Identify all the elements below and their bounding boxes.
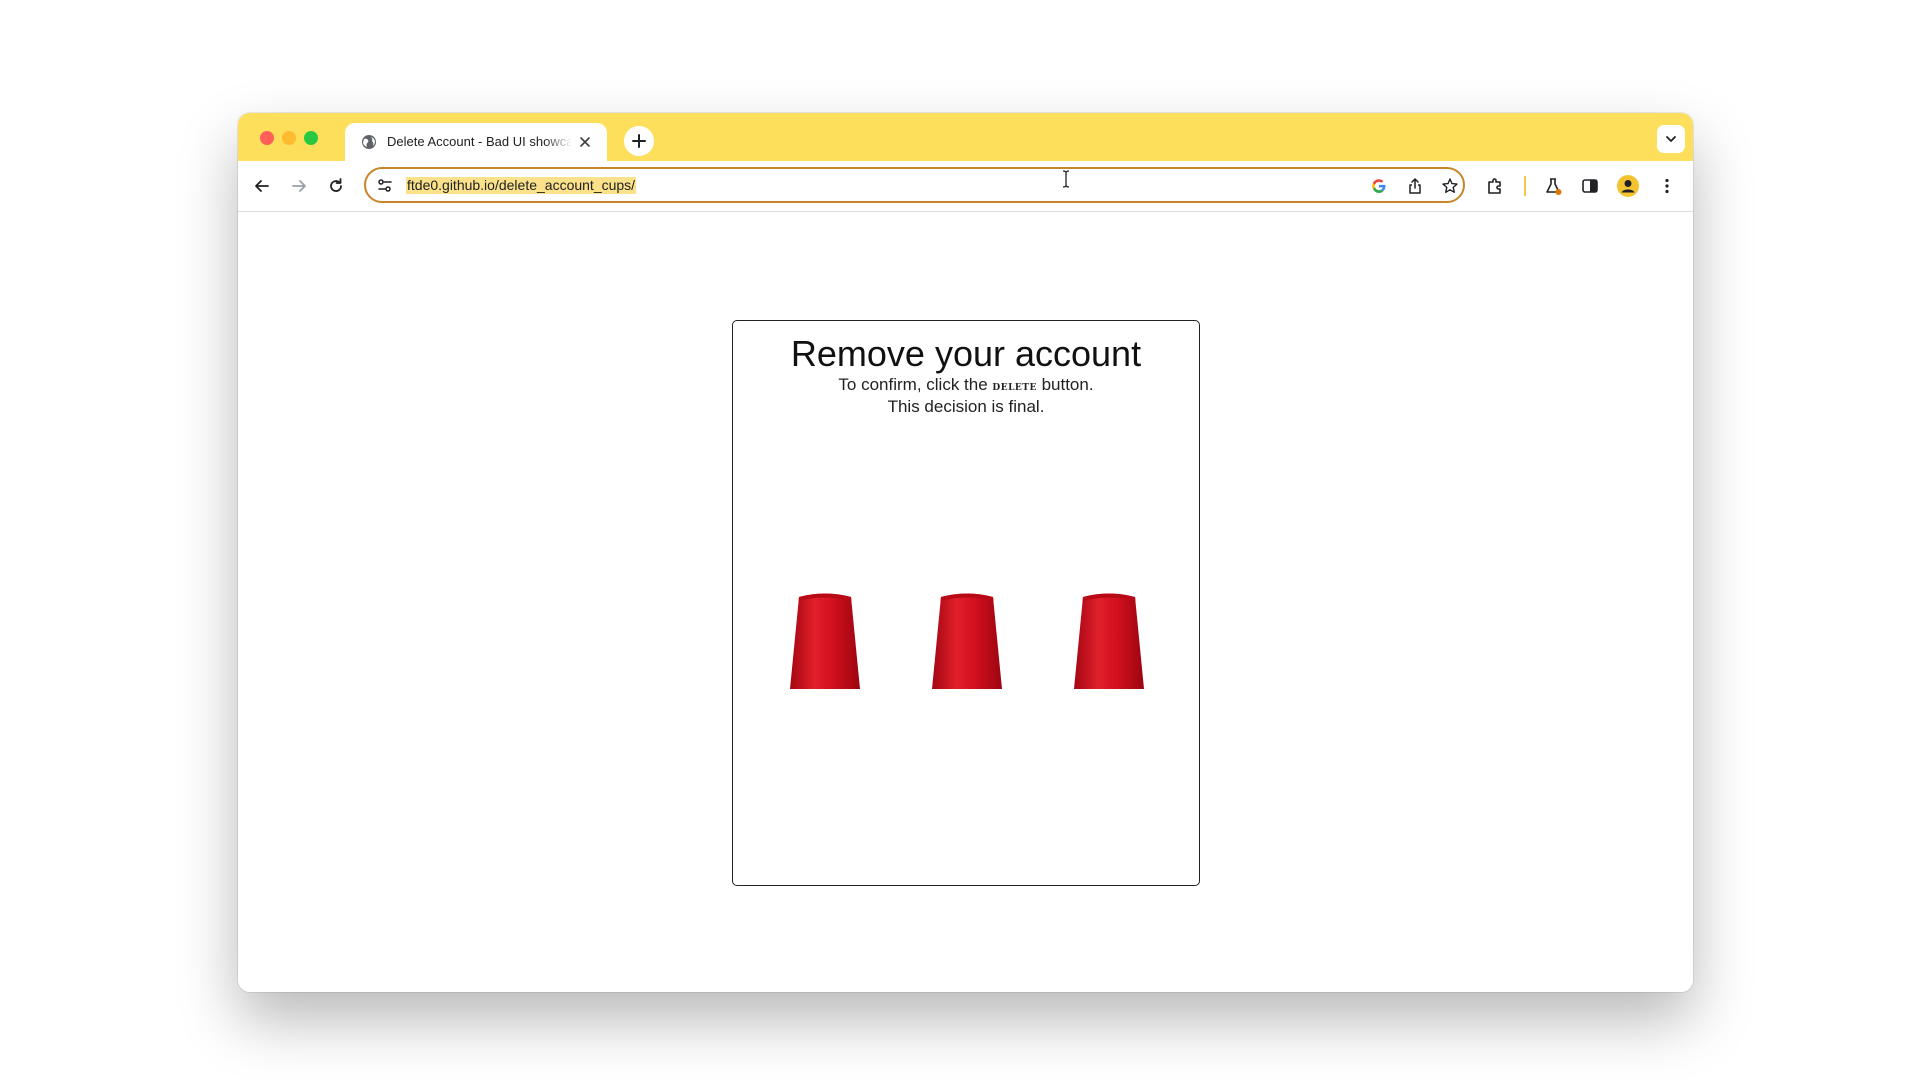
close-window-button[interactable]: [260, 131, 274, 145]
page-content: Remove your account To confirm, click th…: [238, 212, 1693, 992]
confirm-instruction: To confirm, click the delete button.: [733, 375, 1199, 397]
url-input[interactable]: ftde0.github.io/delete_account_cups/: [406, 177, 637, 194]
back-arrow-icon[interactable]: [252, 176, 272, 196]
final-note: This decision is final.: [887, 397, 1045, 416]
text-cursor-icon: [1062, 170, 1070, 188]
star-icon[interactable]: [1441, 177, 1459, 195]
forward-arrow-icon[interactable]: [289, 176, 309, 196]
maximize-window-button[interactable]: [304, 131, 318, 145]
red-cup-2[interactable]: [931, 591, 1003, 689]
globe-icon: [362, 135, 376, 149]
instruction-text: To confirm, click the: [838, 375, 993, 394]
delete-account-dialog: Remove your account To confirm, click th…: [732, 320, 1200, 886]
tab-search-button[interactable]: [1657, 125, 1685, 153]
title-bar: Delete Account - Bad UI showcase: [238, 113, 1693, 161]
instruction-text-end: button.: [1036, 375, 1094, 394]
toolbar-separator: [1524, 176, 1526, 196]
side-panel-icon[interactable]: [1580, 176, 1600, 196]
labs-flask-icon[interactable]: [1543, 176, 1563, 196]
profile-avatar-icon[interactable]: [1617, 175, 1639, 197]
browser-toolbar: ftde0.github.io/delete_account_cups/: [238, 161, 1693, 212]
red-cup-1[interactable]: [789, 591, 861, 689]
kebab-menu-icon[interactable]: [1657, 176, 1677, 196]
close-icon[interactable]: [577, 134, 593, 150]
tune-icon[interactable]: [376, 177, 394, 195]
chevron-down-icon: [1666, 136, 1676, 142]
cups-row: [733, 591, 1199, 691]
delete-keyword: delete: [992, 379, 1037, 394]
new-tab-button[interactable]: [624, 126, 654, 156]
tab-title: Delete Account - Bad UI showcase: [387, 134, 572, 149]
page-title: Remove your account: [790, 333, 1142, 374]
reload-icon[interactable]: [326, 176, 346, 196]
google-icon[interactable]: [1370, 177, 1388, 195]
active-tab[interactable]: Delete Account - Bad UI showcase: [345, 123, 607, 161]
minimize-window-button[interactable]: [282, 131, 296, 145]
extensions-icon[interactable]: [1485, 176, 1505, 196]
red-cup-3[interactable]: [1073, 591, 1145, 689]
address-bar[interactable]: ftde0.github.io/delete_account_cups/: [364, 167, 1465, 203]
plus-icon: [632, 134, 646, 148]
share-icon[interactable]: [1406, 177, 1424, 195]
browser-window: Delete Account - Bad UI showcase ftde0.g…: [238, 113, 1693, 992]
